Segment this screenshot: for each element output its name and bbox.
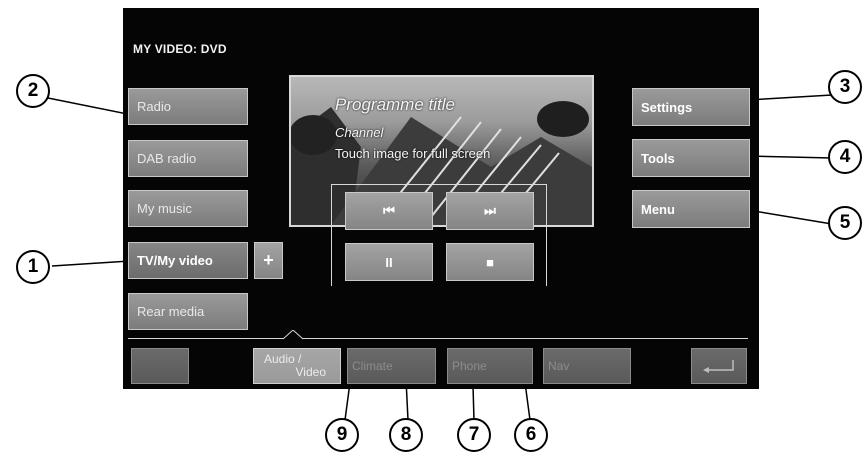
callout-4: 4 <box>828 140 862 174</box>
source-tv-my-video-button[interactable]: TV/My video <box>128 242 248 279</box>
active-tab-indicator <box>283 330 303 340</box>
tab-nav[interactable]: Nav <box>543 348 631 384</box>
callout-2: 2 <box>16 74 50 108</box>
tab-nav-label: Nav <box>548 359 570 373</box>
settings-button[interactable]: Settings <box>632 88 750 126</box>
previous-button[interactable]: ⏮ <box>345 192 433 230</box>
tab-audio-video[interactable]: Audio / Video <box>253 348 341 384</box>
source-rear-media-label: Rear media <box>137 304 205 319</box>
callout-3: 3 <box>828 70 862 104</box>
callout-9: 9 <box>325 418 359 452</box>
back-button[interactable] <box>691 348 747 384</box>
source-radio-button[interactable]: Radio <box>128 88 248 125</box>
next-button[interactable]: ⏭ <box>446 192 534 230</box>
menu-label: Menu <box>641 201 675 217</box>
infotainment-screen: MY VIDEO: DVD Radio DAB radio My music T… <box>123 8 759 389</box>
stop-button[interactable]: ■ <box>446 243 534 281</box>
settings-label: Settings <box>641 99 693 115</box>
pause-button[interactable]: II <box>345 243 433 281</box>
skip-back-icon: ⏮ <box>383 203 395 218</box>
add-button[interactable]: + <box>254 242 283 279</box>
callout-7: 7 <box>457 418 491 452</box>
programme-title: Programme title <box>335 95 455 114</box>
source-rear-media-button[interactable]: Rear media <box>128 293 248 330</box>
tab-audio-video-line2: Video <box>295 365 326 379</box>
tab-climate-label: Climate <box>352 359 393 373</box>
callout-5: 5 <box>828 206 862 240</box>
skip-forward-icon: ⏭ <box>484 203 496 218</box>
tab-phone-label: Phone <box>452 359 487 373</box>
tab-phone[interactable]: Phone <box>447 348 533 384</box>
source-my-music-button[interactable]: My music <box>128 190 248 227</box>
tab-climate[interactable]: Climate <box>347 348 436 384</box>
channel-name: Channel <box>335 125 384 140</box>
source-tv-my-video-label: TV/My video <box>137 253 213 268</box>
bottom-bar-divider <box>128 338 748 339</box>
pause-icon: II <box>385 254 393 270</box>
callout-6: 6 <box>514 418 548 452</box>
source-my-music-label: My music <box>137 201 192 216</box>
home-tab[interactable] <box>131 348 189 384</box>
callout-1: 1 <box>16 250 50 284</box>
stop-icon: ■ <box>486 254 494 270</box>
full-screen-hint: Touch image for full screen <box>335 146 491 161</box>
tools-label: Tools <box>641 150 675 166</box>
page-title: MY VIDEO: DVD <box>133 42 227 56</box>
source-radio-label: Radio <box>137 99 171 114</box>
source-dab-radio-button[interactable]: DAB radio <box>128 140 248 177</box>
source-dab-radio-label: DAB radio <box>137 151 197 166</box>
return-icon <box>703 360 734 373</box>
plus-icon: + <box>263 250 274 270</box>
menu-button[interactable]: Menu <box>632 190 750 228</box>
tools-button[interactable]: Tools <box>632 139 750 177</box>
callout-8: 8 <box>389 418 423 452</box>
